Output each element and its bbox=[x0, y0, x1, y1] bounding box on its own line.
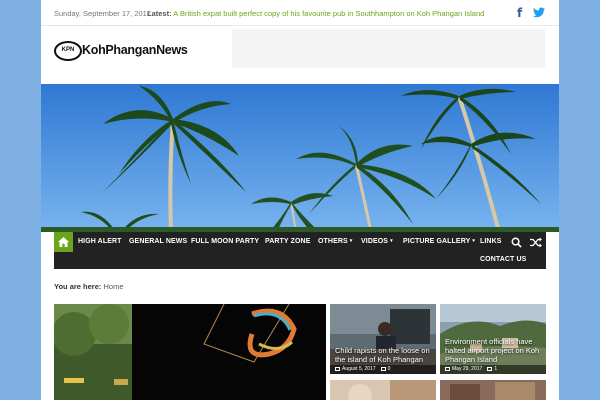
post-title[interactable]: Environment officials have halted airpor… bbox=[445, 337, 546, 364]
post-comments: 0 bbox=[387, 366, 391, 372]
post-meta: August 5, 2017 0 bbox=[330, 365, 436, 374]
current-date: Sunday, September 17, 2017 bbox=[54, 9, 152, 18]
logo-name: KohPhanganNews bbox=[82, 43, 188, 57]
comment-icon bbox=[380, 366, 386, 371]
nav-item-picture-gallery-label: PICTURE GALLERY bbox=[403, 238, 471, 245]
comment-icon bbox=[487, 366, 493, 371]
logo-mark: KPN bbox=[54, 41, 82, 61]
twitter-icon[interactable] bbox=[533, 7, 545, 18]
nav-item-links[interactable]: LINKS bbox=[480, 238, 502, 245]
nav-item-high-alert[interactable]: HIGH ALERT bbox=[78, 238, 122, 245]
post-comments: 1 bbox=[494, 366, 498, 372]
home-button[interactable] bbox=[54, 232, 73, 252]
calendar-icon bbox=[445, 366, 450, 371]
nav-item-videos-label: VIDEOS bbox=[361, 238, 389, 245]
featured-main-post-image[interactable] bbox=[54, 304, 326, 400]
latest-ticker: Latest: A British expat built perfect co… bbox=[147, 9, 484, 18]
nav-item-party-zone[interactable]: PARTY ZONE bbox=[265, 238, 310, 245]
nav-item-general-news[interactable]: GENERAL NEWS bbox=[129, 238, 187, 245]
chevron-down-icon: ▾ bbox=[472, 238, 475, 244]
featured-post-thumb[interactable] bbox=[330, 380, 436, 400]
nav-item-others-label: OTHERS bbox=[318, 238, 348, 245]
shuffle-icon[interactable] bbox=[530, 237, 542, 248]
site-logo[interactable]: KPN KohPhanganNews bbox=[54, 40, 189, 62]
header-banner-image bbox=[41, 84, 559, 232]
post-date: May 29, 2017 bbox=[452, 366, 483, 372]
facebook-icon[interactable]: f bbox=[517, 6, 527, 20]
chevron-down-icon: ▾ bbox=[390, 238, 393, 244]
post-title[interactable]: Child rapists on the loose on the island… bbox=[335, 346, 436, 364]
breadcrumb: You are here: Home bbox=[54, 282, 124, 291]
breadcrumb-label: You are here: bbox=[54, 282, 102, 291]
nav-item-others[interactable]: OTHERS ▾ bbox=[318, 238, 352, 245]
featured-post-thumb[interactable]: Child rapists on the loose on the island… bbox=[330, 304, 436, 374]
search-icon[interactable] bbox=[511, 237, 522, 248]
featured-post-thumb[interactable]: Environment officials have halted airpor… bbox=[440, 304, 546, 374]
nav-item-picture-gallery[interactable]: PICTURE GALLERY ▾ bbox=[403, 238, 475, 245]
main-navigation: HIGH ALERT GENERAL NEWS FULL MOON PARTY … bbox=[54, 232, 546, 269]
latest-label: Latest: bbox=[147, 9, 172, 18]
top-bar: Sunday, September 17, 2017 Latest: A Bri… bbox=[41, 0, 559, 26]
chevron-down-icon: ▾ bbox=[349, 238, 353, 244]
breadcrumb-current[interactable]: Home bbox=[103, 282, 123, 291]
post-date: August 5, 2017 bbox=[342, 366, 376, 372]
home-icon bbox=[58, 237, 69, 247]
nav-item-videos[interactable]: VIDEOS ▾ bbox=[361, 238, 393, 245]
nav-item-full-moon-party[interactable]: FULL MOON PARTY bbox=[191, 238, 259, 245]
header-ad-placeholder bbox=[232, 29, 545, 68]
calendar-icon bbox=[335, 366, 340, 371]
nav-item-contact-us[interactable]: CONTACT US bbox=[480, 256, 526, 263]
latest-headline-link[interactable]: A British expat built perfect copy of hi… bbox=[173, 9, 484, 18]
page-container: Sunday, September 17, 2017 Latest: A Bri… bbox=[41, 0, 559, 400]
post-meta: May 29, 2017 1 bbox=[440, 365, 546, 374]
featured-post-thumb[interactable] bbox=[440, 380, 546, 400]
